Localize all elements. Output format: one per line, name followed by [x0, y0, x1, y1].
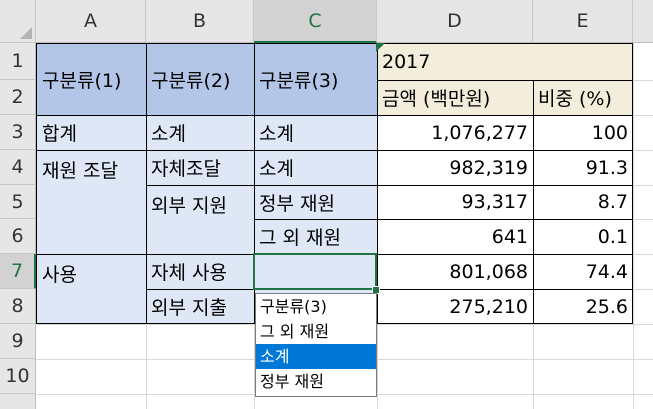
- column-header-d[interactable]: D: [377, 0, 533, 43]
- table-border: [146, 289, 633, 290]
- table-border: [632, 43, 633, 324]
- cell-e6[interactable]: 0.1: [533, 219, 633, 254]
- validation-dropdown-list[interactable]: 구분류(3) 그 외 재원 소계 정부 재원: [255, 293, 377, 397]
- header-cell-amount[interactable]: 금액 (백만원): [377, 80, 533, 115]
- gridline: [633, 43, 634, 409]
- cell-b3[interactable]: 소계: [146, 115, 254, 150]
- cell-a4[interactable]: 재원 조달: [37, 150, 146, 254]
- header-cell-share[interactable]: 비중 (%): [533, 80, 633, 115]
- table-border: [254, 219, 633, 220]
- cell-c3[interactable]: 소계: [254, 115, 377, 150]
- row-header-6[interactable]: 6: [0, 219, 36, 254]
- column-header-c[interactable]: C: [254, 0, 377, 43]
- cell-d6[interactable]: 641: [377, 219, 533, 254]
- cell-d5[interactable]: 93,317: [377, 185, 533, 219]
- table-border: [36, 115, 633, 116]
- cell-d3[interactable]: 1,076,277: [377, 115, 533, 150]
- row-header-7[interactable]: 7: [0, 254, 36, 289]
- cell-c5[interactable]: 정부 재원: [254, 185, 377, 219]
- table-border: [146, 185, 633, 186]
- select-all-corner[interactable]: [0, 0, 36, 43]
- cell-d7[interactable]: 801,068: [377, 254, 533, 289]
- table-border: [377, 43, 378, 324]
- row-header-3[interactable]: 3: [0, 115, 36, 150]
- select-all-triangle-icon: [20, 27, 32, 39]
- cell-c6[interactable]: 그 외 재원: [254, 219, 377, 254]
- active-cell-selection[interactable]: [253, 253, 377, 290]
- spreadsheet-grid[interactable]: A B C D E 1 2 3 4 5 6 7 8 9 10 구분류(1) 구분…: [0, 0, 653, 409]
- header-cell-col-a[interactable]: 구분류(1): [37, 44, 146, 115]
- row-header-10[interactable]: 10: [0, 359, 36, 394]
- dropdown-option-highlighted[interactable]: 소계: [256, 344, 376, 369]
- cell-b5[interactable]: 외부 지원: [146, 185, 254, 254]
- cell-a3[interactable]: 합계: [37, 115, 146, 150]
- row-header-5[interactable]: 5: [0, 185, 36, 219]
- column-header-e[interactable]: E: [533, 0, 633, 43]
- cell-b7[interactable]: 자체 사용: [146, 254, 254, 289]
- header-cell-col-b[interactable]: 구분류(2): [146, 44, 254, 115]
- row-header-1[interactable]: 1: [0, 43, 36, 80]
- table-border: [36, 150, 633, 151]
- table-border: [36, 43, 633, 44]
- table-border: [146, 43, 147, 324]
- dropdown-option[interactable]: 그 외 재원: [256, 319, 376, 344]
- cell-b4[interactable]: 자체조달: [146, 150, 254, 185]
- header-cell-col-c[interactable]: 구분류(3): [254, 44, 377, 115]
- cell-d4[interactable]: 982,319: [377, 150, 533, 185]
- table-border: [533, 80, 534, 324]
- row-header-8[interactable]: 8: [0, 289, 36, 324]
- cell-b8[interactable]: 외부 지출: [146, 289, 254, 324]
- dropdown-option[interactable]: 정부 재원: [256, 369, 376, 394]
- cell-e3[interactable]: 100: [533, 115, 633, 150]
- row-header-2[interactable]: 2: [0, 80, 36, 115]
- cell-e4[interactable]: 91.3: [533, 150, 633, 185]
- row-header-9[interactable]: 9: [0, 324, 36, 359]
- cell-indicator-icon: [376, 43, 385, 52]
- column-header-f[interactable]: [633, 0, 653, 43]
- cell-e5[interactable]: 8.7: [533, 185, 633, 219]
- row-header-4[interactable]: 4: [0, 150, 36, 185]
- column-header-b[interactable]: B: [146, 0, 254, 43]
- dropdown-option[interactable]: 구분류(3): [256, 294, 376, 319]
- table-border: [377, 80, 633, 81]
- column-header-a[interactable]: A: [36, 0, 146, 43]
- cell-e8[interactable]: 25.6: [533, 289, 633, 324]
- cell-a7[interactable]: 사용: [37, 254, 146, 324]
- cell-e7[interactable]: 74.4: [533, 254, 633, 289]
- cell-d8[interactable]: 275,210: [377, 289, 533, 324]
- header-cell-year[interactable]: 2017: [377, 44, 633, 80]
- row-header-11[interactable]: [0, 394, 36, 409]
- cell-c4[interactable]: 소계: [254, 150, 377, 185]
- table-border: [36, 43, 37, 324]
